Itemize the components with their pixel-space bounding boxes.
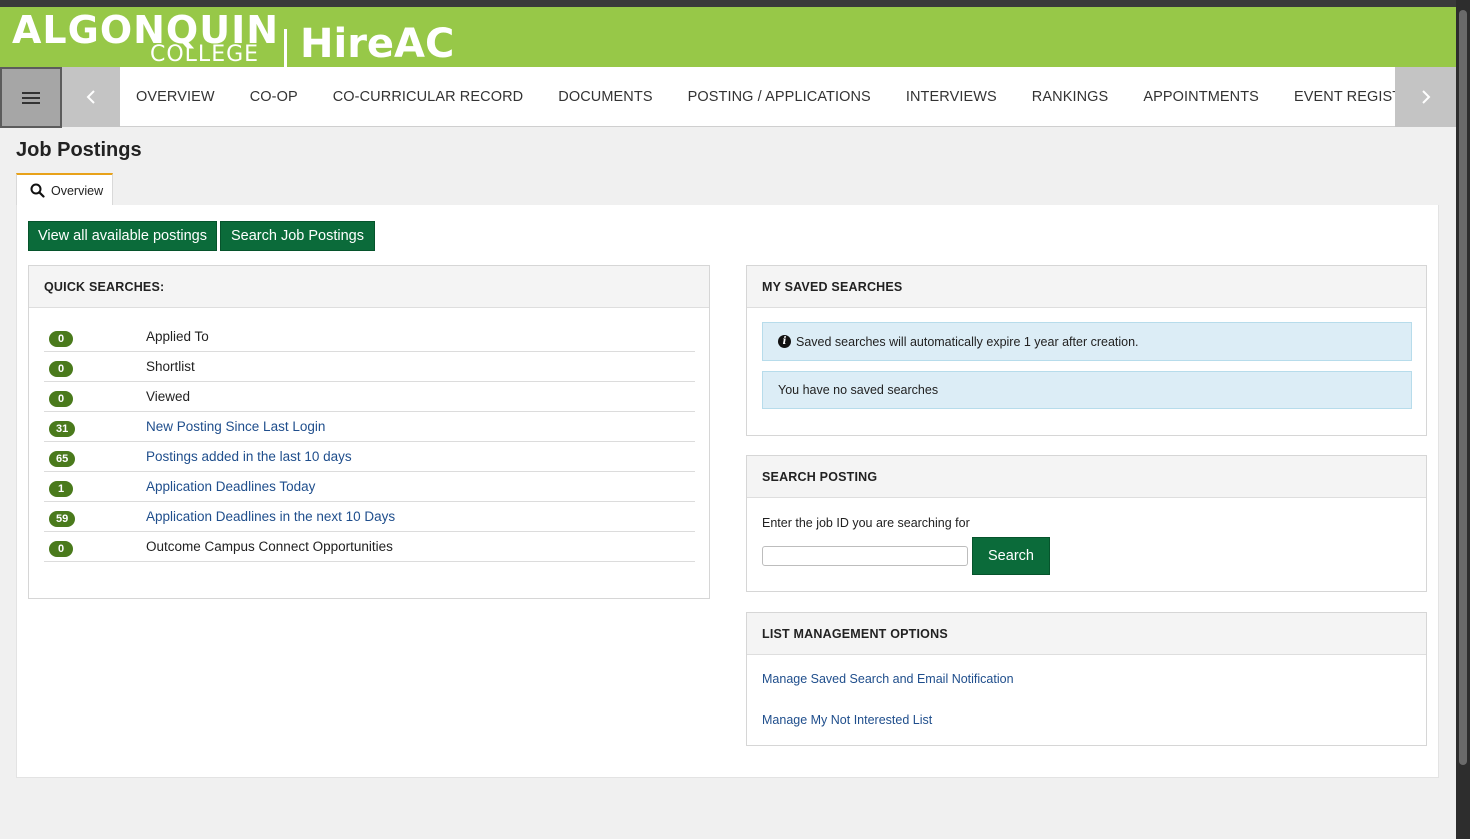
quick-search-row[interactable]: 31 New Posting Since Last Login bbox=[44, 412, 695, 442]
page-title: Job Postings bbox=[16, 139, 142, 161]
quick-search-label[interactable]: Application Deadlines in the next 10 Day… bbox=[146, 509, 395, 524]
saved-searches-expire-notice: i Saved searches will automatically expi… bbox=[762, 322, 1412, 361]
search-posting-heading: SEARCH POSTING bbox=[747, 456, 1426, 498]
tab-overview-label: Overview bbox=[51, 183, 104, 198]
search-posting-panel: SEARCH POSTING Enter the job ID you are … bbox=[746, 455, 1427, 592]
hamburger-icon bbox=[22, 91, 40, 104]
vertical-scrollbar[interactable] bbox=[1456, 0, 1470, 839]
quick-search-row: 0 Applied To bbox=[44, 322, 695, 352]
nav-item-documents[interactable]: DOCUMENTS bbox=[541, 67, 669, 127]
job-id-label: Enter the job ID you are searching for bbox=[762, 516, 970, 530]
saved-searches-heading: MY SAVED SEARCHES bbox=[747, 266, 1426, 308]
quick-search-label[interactable]: Application Deadlines Today bbox=[146, 479, 315, 494]
menu-button[interactable] bbox=[0, 67, 62, 128]
quick-searches-panel: QUICK SEARCHES: 0 Applied To 0 Shortlist 0 Vi… bbox=[28, 265, 710, 599]
nav-item-appointments[interactable]: APPOINTMENTS bbox=[1126, 67, 1276, 127]
info-icon: i bbox=[778, 335, 791, 348]
manage-saved-search-link[interactable]: Manage Saved Search and Email Notificati… bbox=[762, 672, 1014, 686]
count-badge: 0 bbox=[49, 391, 73, 407]
quick-search-label[interactable]: Postings added in the last 10 days bbox=[146, 449, 352, 464]
count-badge: 1 bbox=[49, 481, 73, 497]
quick-searches-list: 0 Applied To 0 Shortlist 0 Viewed 31 New Postin… bbox=[44, 322, 695, 562]
chevron-right-icon bbox=[1421, 90, 1430, 104]
nav-item-co-curricular-record[interactable]: CO-CURRICULAR RECORD bbox=[316, 67, 541, 127]
header-banner: ALGONQUIN COLLEGE HireAC bbox=[0, 7, 1456, 69]
count-badge: 0 bbox=[49, 541, 73, 557]
saved-searches-empty-notice: You have no saved searches bbox=[762, 371, 1412, 409]
quick-search-row[interactable]: 1 Application Deadlines Today bbox=[44, 472, 695, 502]
list-management-heading: LIST MANAGEMENT OPTIONS bbox=[747, 613, 1426, 655]
window-top-strip bbox=[0, 0, 1470, 7]
expire-notice-text: Saved searches will automatically expire… bbox=[796, 334, 1139, 349]
tab-overview[interactable]: Overview bbox=[16, 173, 113, 206]
quick-search-label: Outcome Campus Connect Opportunities bbox=[146, 539, 393, 554]
count-badge: 65 bbox=[49, 451, 76, 467]
logo-divider bbox=[284, 29, 287, 69]
list-management-panel: LIST MANAGEMENT OPTIONS Manage Saved Sea… bbox=[746, 612, 1427, 746]
nav-item-event-registration[interactable]: EVENT REGISTRATION bbox=[1277, 67, 1395, 127]
nav-item-overview[interactable]: OVERVIEW bbox=[120, 67, 232, 127]
saved-searches-panel: MY SAVED SEARCHES i Saved searches will … bbox=[746, 265, 1427, 436]
quick-search-row: 0 Shortlist bbox=[44, 352, 695, 382]
nav-item-co-op[interactable]: CO-OP bbox=[233, 67, 315, 127]
search-icon bbox=[30, 183, 45, 198]
view-all-postings-button[interactable]: View all available postings bbox=[28, 221, 217, 251]
quick-search-row: 0 Outcome Campus Connect Opportunities bbox=[44, 532, 695, 562]
quick-search-label: Applied To bbox=[146, 329, 209, 344]
count-badge: 31 bbox=[49, 421, 76, 437]
nav-scroll-left-button[interactable] bbox=[62, 67, 120, 127]
nav-item-interviews[interactable]: INTERVIEWS bbox=[889, 67, 1014, 127]
chevron-left-icon bbox=[86, 90, 95, 104]
quick-search-row[interactable]: 65 Postings added in the last 10 days bbox=[44, 442, 695, 472]
count-badge: 59 bbox=[49, 511, 76, 527]
quick-search-row: 0 Viewed bbox=[44, 382, 695, 412]
main-navbar: OVERVIEW CO-OP CO-CURRICULAR RECORD DOCU… bbox=[0, 67, 1456, 128]
scrollbar-thumb[interactable] bbox=[1459, 10, 1467, 765]
nav-item-posting-applications[interactable]: POSTING / APPLICATIONS bbox=[671, 67, 888, 127]
quick-search-label[interactable]: New Posting Since Last Login bbox=[146, 419, 325, 434]
quick-search-label: Shortlist bbox=[146, 359, 195, 374]
nav-items: OVERVIEW CO-OP CO-CURRICULAR RECORD DOCU… bbox=[120, 67, 1395, 127]
search-job-postings-button[interactable]: Search Job Postings bbox=[220, 221, 375, 251]
quick-searches-heading: QUICK SEARCHES: bbox=[29, 266, 709, 308]
empty-notice-text: You have no saved searches bbox=[778, 383, 939, 397]
logo-college: COLLEGE bbox=[150, 42, 260, 67]
search-button[interactable]: Search bbox=[972, 537, 1050, 575]
manage-not-interested-link[interactable]: Manage My Not Interested List bbox=[762, 713, 932, 727]
count-badge: 0 bbox=[49, 361, 73, 377]
count-badge: 0 bbox=[49, 331, 73, 347]
nav-scroll-right-button[interactable] bbox=[1395, 67, 1456, 127]
quick-search-row[interactable]: 59 Application Deadlines in the next 10 D… bbox=[44, 502, 695, 532]
app-name: HireAC bbox=[300, 21, 455, 67]
quick-search-label: Viewed bbox=[146, 389, 191, 404]
nav-item-rankings[interactable]: RANKINGS bbox=[1015, 67, 1126, 127]
job-id-input[interactable] bbox=[762, 546, 968, 566]
